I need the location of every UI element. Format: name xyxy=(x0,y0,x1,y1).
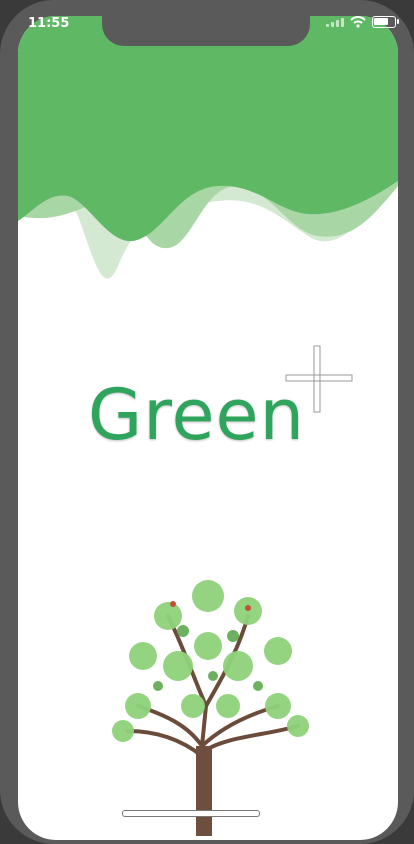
status-icons xyxy=(326,16,399,28)
home-indicator[interactable] xyxy=(122,810,260,817)
battery-icon xyxy=(372,16,399,28)
tree-icon xyxy=(112,580,309,836)
device-notch xyxy=(102,16,310,46)
phone-frame: Green 11:55 xyxy=(0,0,414,844)
status-time: 11:55 xyxy=(28,16,70,31)
app-screen: Green xyxy=(18,16,398,840)
wifi-icon xyxy=(350,16,366,28)
signal-icon xyxy=(326,17,344,27)
header-wave-background xyxy=(18,16,398,279)
plus-icon xyxy=(285,345,353,413)
brand-name: Green xyxy=(88,374,305,456)
